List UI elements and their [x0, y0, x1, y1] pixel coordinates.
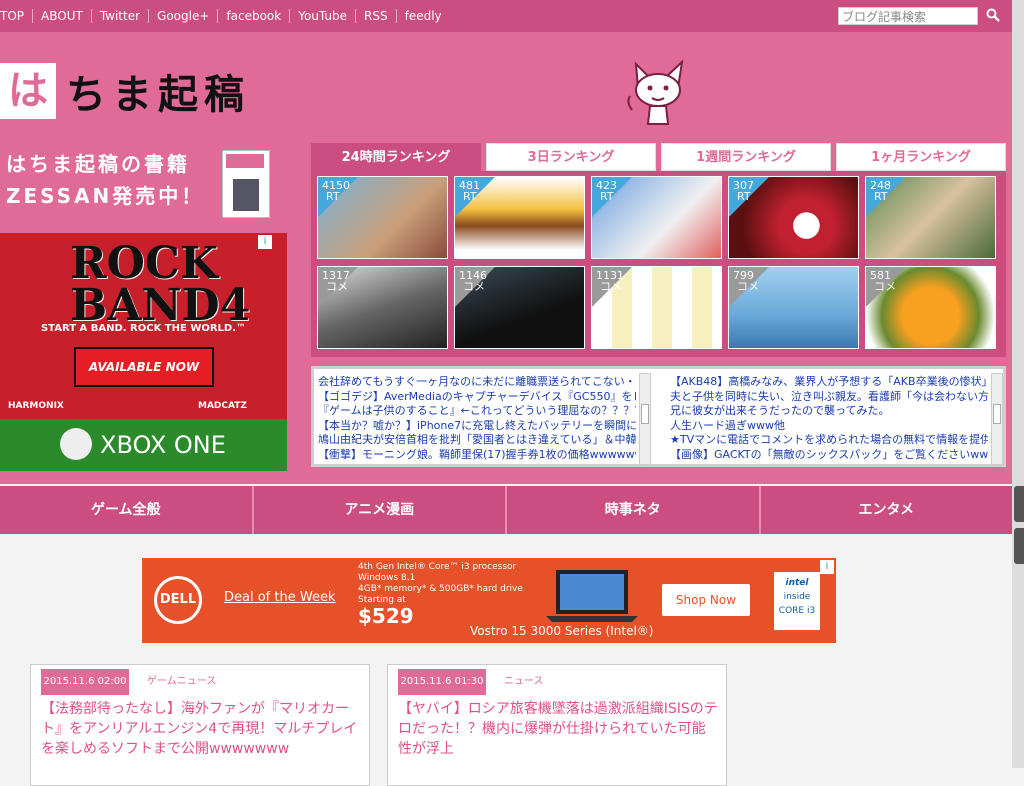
- ranking-item[interactable]: 307 RT: [728, 176, 859, 259]
- headline-list-right: 【AKB48】高橋みなみ、業界人が予想する「AKB卒業後の惨状」 夫と子供を同時…: [670, 375, 988, 463]
- category-current-events[interactable]: 時事ネタ: [507, 486, 761, 534]
- intel-badge: intel inside CORE i3: [774, 572, 820, 630]
- tab-1month[interactable]: 1ヶ月ランキング: [836, 143, 1006, 171]
- headline-link[interactable]: 【衝撃】モーニング娘。鞘師里保(17)握手券1枚の価格wwwwwwww: [318, 448, 636, 463]
- dell-ad[interactable]: DELL Deal of the Week 4th Gen Intel® Cor…: [142, 558, 836, 643]
- nav-about-link[interactable]: ABOUT: [33, 9, 92, 23]
- logo-text: ちま起稿: [66, 72, 250, 118]
- site-logo[interactable]: は ちま起稿: [0, 62, 250, 120]
- page-scrollbar[interactable]: [1012, 0, 1024, 768]
- article-date: 2015.11.6 02:00: [41, 669, 129, 695]
- ranking-tabs: 24時間ランキング 3日ランキング 1週間ランキング 1ヶ月ランキング: [311, 143, 1006, 171]
- headline-link[interactable]: 鳩山由紀夫が安倍首相を批判「愛国者とはき違えている」＆中韓両: [318, 433, 636, 448]
- available-now-button[interactable]: AVAILABLE NOW: [74, 347, 214, 387]
- headline-link[interactable]: 人生ハード過ぎwww他: [670, 419, 988, 434]
- category-navigation: ゲーム全般 アニメ漫画 時事ネタ エンタメ: [0, 486, 1012, 534]
- headline-list-left: 会社辞めてもうすぐ一ヶ月なのに未だに離職票送られてこない・・・ 【ゴゴデジ】Av…: [318, 375, 636, 463]
- ranking-item[interactable]: 1131 コメ: [591, 266, 722, 349]
- category-game[interactable]: ゲーム全般: [0, 486, 254, 534]
- search-input[interactable]: ブログ記事検索: [838, 7, 978, 25]
- ad-specs: 4th Gen Intel® Core™ i3 processor Window…: [358, 562, 523, 605]
- ad-info-icon[interactable]: i: [820, 560, 834, 574]
- category-entertainment[interactable]: エンタメ: [761, 486, 1013, 534]
- article-title[interactable]: 【ヤバイ】ロシア旅客機墜落は過激派組織ISISのテロだった！？機内に爆弾が仕掛け…: [398, 699, 718, 759]
- ad-tagline: START A BAND. ROCK THE WORLD.™: [40, 323, 247, 334]
- headline-link[interactable]: 会社辞めてもうすぐ一ヶ月なのに未だに離職票送られてこない・・・: [318, 375, 636, 390]
- nav-facebook-link[interactable]: facebook: [218, 9, 291, 23]
- book-cover-image[interactable]: [222, 150, 270, 218]
- xbox-text: XBOX ONE: [100, 431, 226, 459]
- ad-info-icon[interactable]: i: [258, 235, 272, 249]
- logo-first-char: は: [0, 63, 56, 119]
- nav-top-link[interactable]: TOP: [0, 9, 34, 23]
- ranking-item[interactable]: 481 RT: [454, 176, 585, 259]
- ad-title: ROCK BAND4: [70, 238, 251, 331]
- article-category[interactable]: ニュース: [504, 669, 544, 695]
- rockband-ad[interactable]: ROCK BAND4 START A BAND. ROCK THE WORLD.…: [0, 233, 287, 471]
- book-promo[interactable]: はちま起稿の書籍 ZESSAN発売中！: [6, 148, 204, 212]
- headline-link[interactable]: 【画像】GACKTの「無敵のシックスパック」をご覧くださいwwwwww: [670, 448, 988, 463]
- madcatz-logo: MADCATZ: [198, 401, 247, 411]
- side-tab-upper[interactable]: [1014, 486, 1024, 522]
- ranking-item[interactable]: 1146 コメ: [454, 266, 585, 349]
- headline-link[interactable]: 【本当か？嘘か？】iPhone7に充電し終えたバッテリーを瞬間に交換: [318, 419, 636, 434]
- headline-link[interactable]: ★TVマンに電話でコメントを求められた場合の無料で情報を提供し: [670, 433, 988, 448]
- laptop-image: [546, 570, 638, 622]
- nav-googleplus-link[interactable]: Google+: [149, 9, 219, 23]
- ad-model: Vostro 15 3000 Series (Intel®): [470, 624, 654, 638]
- headline-link[interactable]: 夫と子供を同時に失い、泣き叫ぶ親友。看護師「今は会わない方が: [670, 390, 988, 405]
- ad-price: $529: [358, 604, 414, 628]
- dell-logo: DELL: [154, 576, 202, 624]
- headline-link[interactable]: 【AKB48】高橋みなみ、業界人が予想する「AKB卒業後の惨状」: [670, 375, 988, 390]
- right-scrollbar[interactable]: [991, 373, 1003, 465]
- headline-link[interactable]: 【ゴゴデジ】AverMediaのキャプチャーデバイス『GC550』をレビュー: [318, 390, 636, 405]
- ranking-item[interactable]: 423 RT: [591, 176, 722, 259]
- harmonix-logo: HARMONIX: [8, 401, 64, 411]
- ranking-item[interactable]: 1317 コメ: [317, 266, 448, 349]
- ranking-item[interactable]: 581 コメ: [865, 266, 996, 349]
- headline-ticker: 会社辞めてもうすぐ一ヶ月なのに未だに離職票送られてこない・・・ 【ゴゴデジ】Av…: [311, 366, 1006, 467]
- nav-youtube-link[interactable]: YouTube: [290, 9, 357, 23]
- side-tab-lower[interactable]: [1014, 528, 1024, 564]
- cat-mascot-icon: [627, 59, 684, 125]
- site-header: TOP ABOUT Twitter Google+ facebook YouTu…: [0, 0, 1012, 484]
- ranking-item[interactable]: 799 コメ: [728, 266, 859, 349]
- promo-line1: はちま起稿の書籍: [6, 152, 190, 176]
- xbox-logo-icon: [60, 428, 92, 460]
- article-title[interactable]: 【法務部待ったなし】海外ファンが『マリオカート』をアンリアルエンジン4で再現！マ…: [41, 699, 361, 759]
- article-date: 2015.11.6 01:30: [398, 669, 486, 695]
- category-anime[interactable]: アニメ漫画: [254, 486, 507, 534]
- nav-rss-link[interactable]: RSS: [356, 9, 397, 23]
- article-category[interactable]: ゲームニュース: [147, 669, 216, 695]
- ranking-item[interactable]: 4150 RT: [317, 176, 448, 259]
- top-navigation: TOP ABOUT Twitter Google+ facebook YouTu…: [0, 0, 1012, 32]
- tab-1week[interactable]: 1週間ランキング: [661, 143, 831, 171]
- deal-of-week-link[interactable]: Deal of the Week: [224, 590, 335, 605]
- ranking-grid: 4150 RT 481 RT 423 RT 307 RT 248 RT 1317 コメ 11…: [311, 171, 1006, 357]
- ranking-item[interactable]: 248 RT: [865, 176, 996, 259]
- xbox-one-banner: XBOX ONE: [0, 419, 287, 471]
- tab-3day[interactable]: 3日ランキング: [486, 143, 656, 171]
- search-icon[interactable]: [986, 8, 1000, 22]
- tab-24h[interactable]: 24時間ランキング: [311, 143, 481, 171]
- shop-now-button[interactable]: Shop Now: [662, 584, 750, 616]
- nav-twitter-link[interactable]: Twitter: [92, 9, 150, 23]
- left-scrollbar[interactable]: [639, 373, 651, 465]
- headline-link[interactable]: 『ゲームは子供のすること』←これってどういう理屈なの？？？？？？: [318, 404, 636, 419]
- headline-link[interactable]: 兄に彼女が出来そうだったので襲ってみた。: [670, 404, 988, 419]
- nav-feedly-link[interactable]: feedly: [397, 9, 450, 23]
- promo-line2: ZESSAN発売中！: [6, 184, 205, 208]
